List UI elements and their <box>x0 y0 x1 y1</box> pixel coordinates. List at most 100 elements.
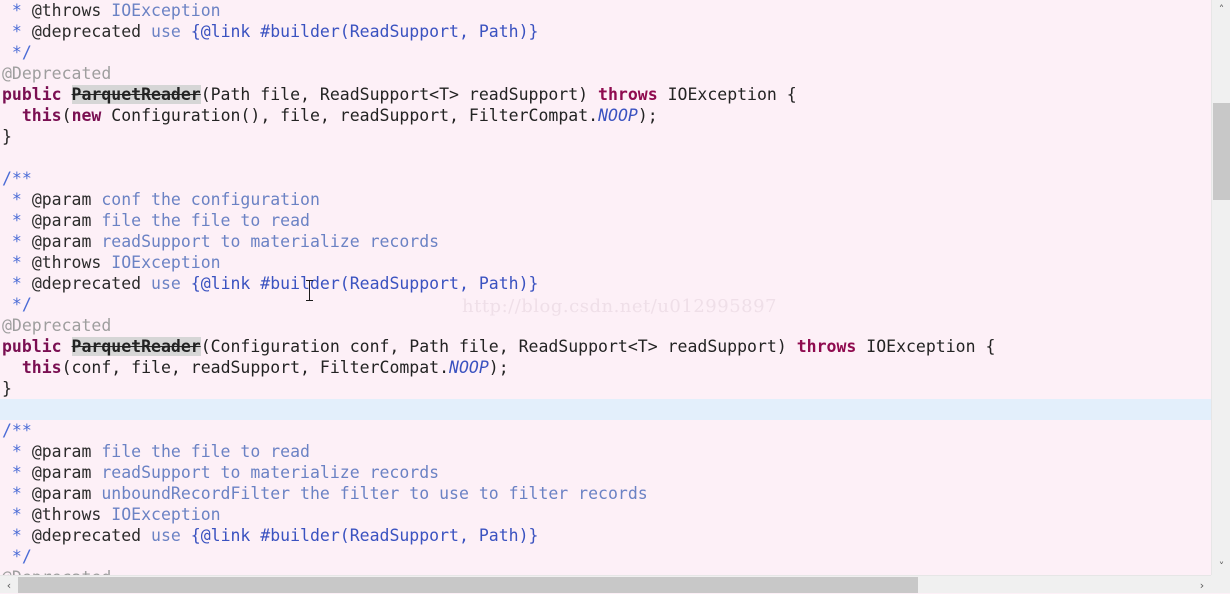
code-line[interactable]: /** <box>0 420 1211 441</box>
code-token: * <box>2 211 32 230</box>
code-line[interactable]: * @throws IOException <box>0 0 1211 21</box>
code-token: new <box>71 106 102 125</box>
code-token: ParquetReader <box>71 85 201 104</box>
code-line[interactable]: /** <box>0 168 1211 189</box>
code-line[interactable]: * @deprecated use {@link #builder(ReadSu… <box>0 525 1211 546</box>
code-token: } <box>2 379 12 398</box>
code-token: use <box>141 22 191 41</box>
code-line-current[interactable] <box>0 399 1211 420</box>
code-token: } <box>2 127 12 146</box>
code-token: @deprecated <box>31 526 142 545</box>
code-token: IOException { <box>856 337 996 356</box>
code-token: /** <box>2 169 32 188</box>
code-line[interactable]: * @throws IOException <box>0 504 1211 525</box>
code-line[interactable]: * @param conf the configuration <box>0 189 1211 210</box>
code-token: @param <box>31 190 92 209</box>
horizontal-scrollbar[interactable]: ‹ › <box>0 575 1230 593</box>
code-token: @param <box>31 484 92 503</box>
code-token: * <box>2 190 32 209</box>
vertical-scrollbar-thumb[interactable] <box>1213 103 1230 200</box>
code-line[interactable]: */ <box>0 294 1211 315</box>
code-token: ); <box>488 358 509 377</box>
code-token: */ <box>2 547 32 566</box>
code-line[interactable] <box>0 147 1211 168</box>
code-token: {@link #builder(ReadSupport, Path)} <box>190 22 539 41</box>
code-editor-window: * @throws IOException * @deprecated use … <box>0 0 1230 593</box>
code-token: file the file to read <box>91 442 310 461</box>
code-token: this <box>21 106 62 125</box>
code-viewport[interactable]: * @throws IOException * @deprecated use … <box>0 0 1211 575</box>
code-token: * <box>2 505 32 524</box>
code-token: readSupport to materialize records <box>91 463 440 482</box>
code-line[interactable]: public ParquetReader(Path file, ReadSupp… <box>0 84 1211 105</box>
code-line[interactable]: } <box>0 378 1211 399</box>
code-surface[interactable]: * @throws IOException * @deprecated use … <box>0 0 1211 575</box>
code-token: IOException { <box>657 85 797 104</box>
code-token: @throws <box>31 1 102 20</box>
code-line[interactable]: } <box>0 126 1211 147</box>
scrollbar-corner <box>1211 575 1230 593</box>
code-token: * <box>2 232 32 251</box>
code-token: @Deprecated <box>2 568 111 575</box>
code-token: /** <box>2 421 32 440</box>
code-line[interactable]: * @param file the file to read <box>0 441 1211 462</box>
code-line[interactable]: * @deprecated use {@link #builder(ReadSu… <box>0 273 1211 294</box>
code-token: NOOP <box>598 106 638 125</box>
code-token: * <box>2 22 32 41</box>
code-token: throws <box>598 85 658 104</box>
code-line[interactable]: */ <box>0 546 1211 567</box>
code-token: @param <box>31 232 92 251</box>
code-token: @throws <box>31 505 102 524</box>
code-token: (Configuration conf, Path file, ReadSupp… <box>200 337 797 356</box>
scroll-up-arrow-icon[interactable]: ˄ <box>1212 0 1230 18</box>
code-token: this <box>21 358 62 377</box>
scroll-right-arrow-icon[interactable]: › <box>1193 576 1211 594</box>
code-token: * <box>2 484 32 503</box>
code-token: ); <box>637 106 658 125</box>
code-token: throws <box>796 337 857 356</box>
code-line[interactable]: this(conf, file, readSupport, FilterComp… <box>0 357 1211 378</box>
code-token: IOException <box>101 1 221 20</box>
code-line[interactable]: * @param file the file to read <box>0 210 1211 231</box>
vertical-scrollbar[interactable]: ˄ ˅ <box>1211 0 1230 575</box>
code-token: @deprecated <box>31 22 142 41</box>
code-token: unboundRecordFilter the filter to use to… <box>91 484 648 503</box>
code-token: ( <box>61 106 72 125</box>
code-line[interactable]: public ParquetReader(Configuration conf,… <box>0 336 1211 357</box>
code-token: * <box>2 442 32 461</box>
code-line[interactable]: * @param unboundRecordFilter the filter … <box>0 483 1211 504</box>
code-token: * <box>2 526 32 545</box>
scroll-left-arrow-icon[interactable]: ‹ <box>0 576 18 594</box>
text-caret <box>306 280 313 301</box>
code-token: @throws <box>31 253 102 272</box>
code-token: */ <box>2 295 32 314</box>
code-line[interactable]: this(new Configuration(), file, readSupp… <box>0 105 1211 126</box>
code-token: IOException <box>101 253 221 272</box>
code-line[interactable]: * @param readSupport to materialize reco… <box>0 231 1211 252</box>
horizontal-scrollbar-thumb[interactable] <box>18 577 918 593</box>
code-token: readSupport to materialize records <box>91 232 440 251</box>
code-token: * <box>2 463 32 482</box>
code-token: public <box>2 85 62 104</box>
code-line[interactable]: */ <box>0 42 1211 63</box>
code-token: NOOP <box>449 358 489 377</box>
code-line[interactable]: * @deprecated use {@link #builder(ReadSu… <box>0 21 1211 42</box>
code-token: (Path file, ReadSupport<T> readSupport) <box>200 85 599 104</box>
code-token: @param <box>31 211 92 230</box>
code-token: {@link #builder(ReadSupport, Path)} <box>190 526 539 545</box>
code-line[interactable]: * @throws IOException <box>0 252 1211 273</box>
scroll-down-arrow-icon[interactable]: ˅ <box>1212 557 1230 575</box>
code-token: (conf, file, readSupport, FilterCompat. <box>61 358 450 377</box>
code-token: @Deprecated <box>2 64 112 83</box>
code-token: @param <box>31 463 92 482</box>
code-line[interactable]: @Deprecated <box>0 315 1211 336</box>
code-line[interactable]: * @param readSupport to materialize reco… <box>0 462 1211 483</box>
code-token: @param <box>31 442 92 461</box>
code-line[interactable]: @Deprecated <box>0 63 1211 84</box>
code-line[interactable]: @Deprecated <box>0 567 1211 575</box>
code-token: * <box>2 1 32 20</box>
